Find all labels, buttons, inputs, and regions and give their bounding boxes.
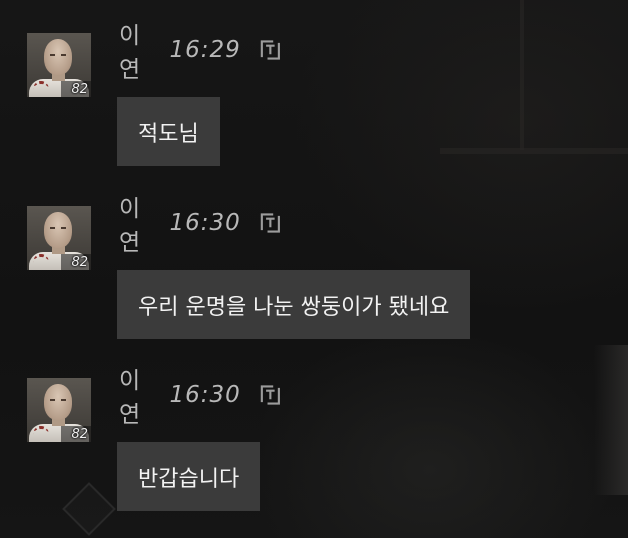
- message-header: 이연 16:30: [119, 368, 282, 428]
- background-beam: [520, 0, 524, 150]
- background-pillar: [594, 345, 628, 495]
- avatar-head: [44, 212, 72, 248]
- message-header: 이연 16:30: [119, 196, 282, 256]
- avatar-eyes: [50, 227, 66, 229]
- avatar-eyes: [50, 399, 66, 401]
- message-time: 16:30: [169, 210, 241, 236]
- avatar[interactable]: 82: [27, 378, 91, 442]
- avatar-head: [44, 39, 72, 75]
- avatar[interactable]: 82: [27, 206, 91, 270]
- message-bubble[interactable]: 우리 운명을 나눈 쌍둥이가 됐네요: [117, 270, 471, 339]
- level-label: 82: [71, 427, 88, 442]
- translate-t-icon[interactable]: [259, 207, 282, 239]
- sender-name[interactable]: 이연: [119, 189, 150, 257]
- level-label: 82: [71, 255, 88, 270]
- message-bubble[interactable]: 반갑습니다: [117, 442, 261, 511]
- message-time: 16:29: [169, 37, 241, 63]
- translate-t-icon[interactable]: [259, 379, 282, 411]
- avatar-beads: [33, 254, 49, 270]
- sender-name[interactable]: 이연: [119, 361, 150, 429]
- message-time: 16:30: [169, 382, 241, 408]
- background-beam: [440, 148, 628, 154]
- avatar-eyes: [50, 54, 66, 56]
- avatar-beads: [33, 81, 49, 97]
- level-label: 82: [71, 82, 88, 97]
- avatar-head: [44, 384, 72, 420]
- message-header: 이연 16:29: [119, 23, 282, 83]
- avatar-beads: [33, 426, 49, 442]
- translate-t-icon[interactable]: [259, 34, 282, 66]
- sender-name[interactable]: 이연: [119, 16, 150, 84]
- game-background: [0, 0, 628, 538]
- message-bubble[interactable]: 적도님: [117, 97, 220, 166]
- avatar[interactable]: 82: [27, 33, 91, 97]
